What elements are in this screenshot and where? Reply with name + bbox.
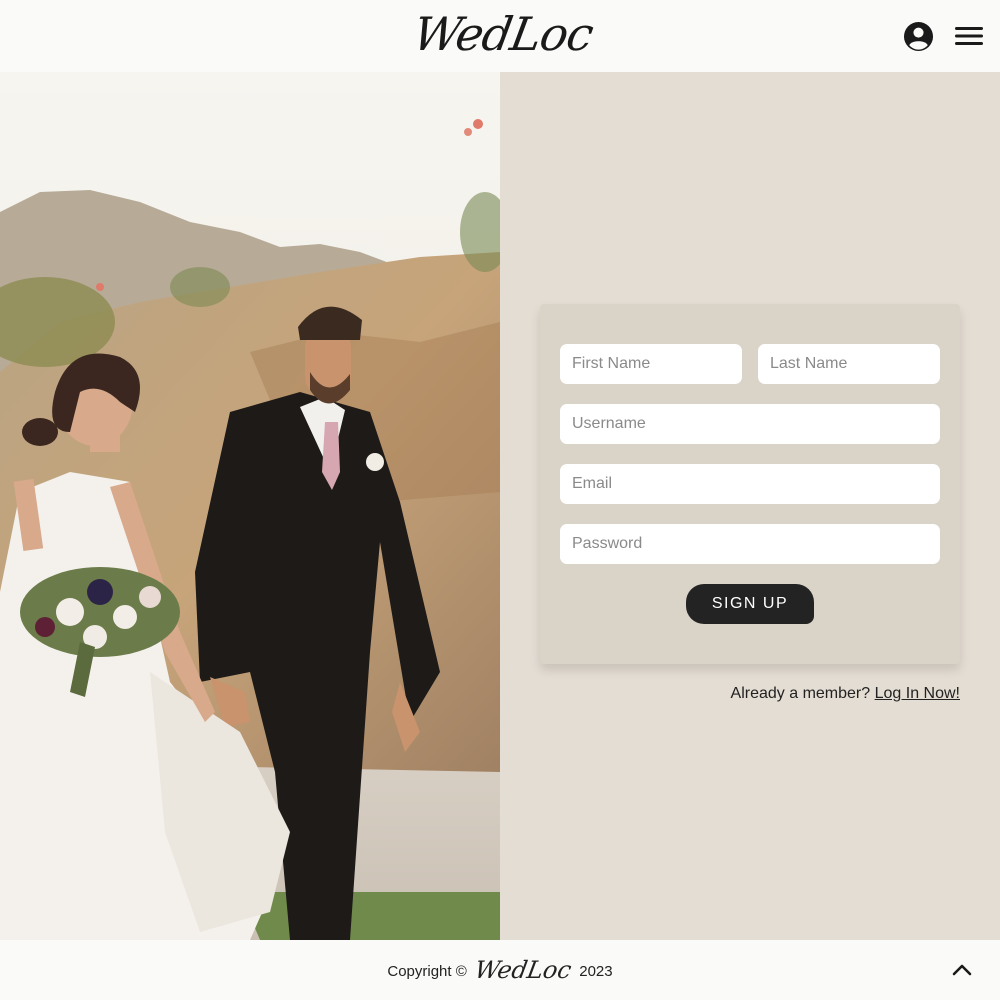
member-prompt-text: Already a member?: [730, 685, 871, 702]
copyright-year: 2023: [579, 963, 613, 980]
chevron-up-icon[interactable]: [952, 962, 972, 976]
signup-button[interactable]: SIGN UP: [686, 584, 814, 624]
site-footer: Copyright © WedLoc 2023: [0, 940, 1000, 1000]
first-name-input[interactable]: [560, 344, 742, 384]
signup-form: SIGN UP: [540, 304, 960, 664]
login-link[interactable]: Log In Now!: [875, 685, 960, 702]
signup-panel: SIGN UP Already a member? Log In Now!: [500, 72, 1000, 940]
footer-logo: WedLoc: [472, 956, 574, 984]
site-header: WedLoc: [0, 0, 1000, 72]
email-input[interactable]: [560, 464, 940, 504]
bride-and-groom-walking-photo: [0, 72, 500, 940]
hamburger-menu-icon[interactable]: [954, 24, 984, 48]
copyright-notice: Copyright © WedLoc 2023: [0, 956, 1000, 984]
copyright-prefix: Copyright ©: [387, 963, 467, 980]
user-circle-icon[interactable]: [903, 21, 934, 52]
site-logo[interactable]: WedLoc: [403, 4, 604, 64]
login-prompt: Already a member? Log In Now!: [731, 685, 960, 703]
password-input[interactable]: [560, 524, 940, 564]
username-input[interactable]: [560, 404, 940, 444]
last-name-input[interactable]: [758, 344, 940, 384]
